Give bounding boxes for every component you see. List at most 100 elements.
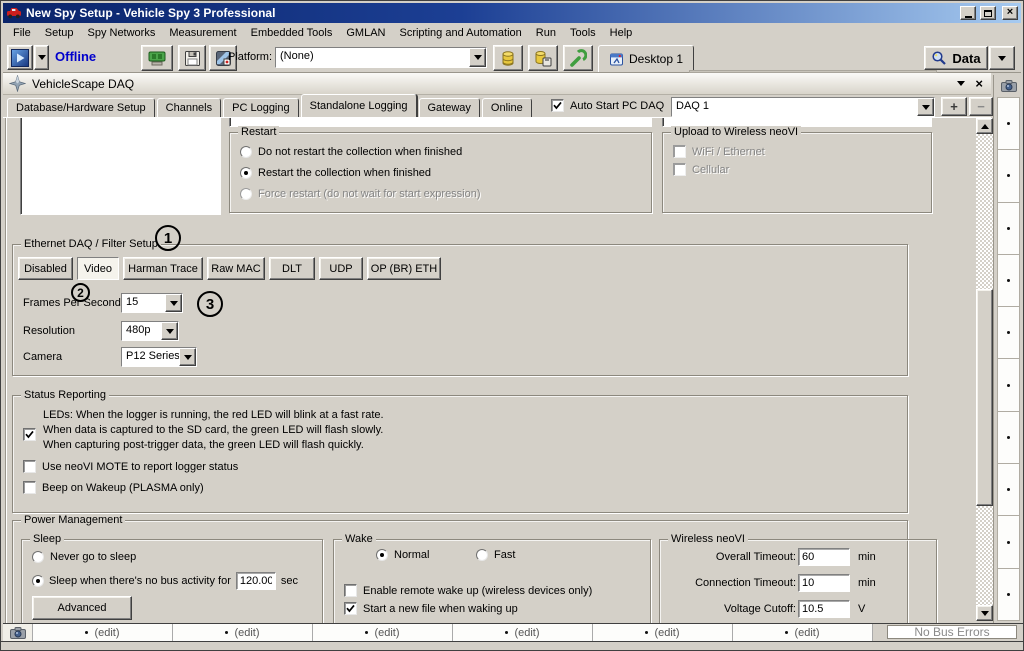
voltage-cutoff-unit: V <box>858 603 865 615</box>
menu-embedded-tools[interactable]: Embedded Tools <box>244 24 340 42</box>
radio-wake-fast[interactable]: Fast <box>476 549 515 561</box>
run-options-dropdown[interactable] <box>34 45 49 70</box>
camera-dropdown-button[interactable] <box>179 348 196 366</box>
menu-file[interactable]: File <box>6 24 38 42</box>
scroll-up-button[interactable] <box>976 118 993 134</box>
filter-button-harman-trace[interactable]: Harman Trace <box>123 257 203 280</box>
menu-help[interactable]: Help <box>603 24 640 42</box>
import-data-button[interactable] <box>141 45 173 71</box>
checkbox-remote-wakeup[interactable]: Enable remote wake up (wireless devices … <box>344 584 592 597</box>
daq-select-value: DAQ 1 <box>672 98 917 116</box>
dock-cell[interactable] <box>997 569 1020 621</box>
dock-cell[interactable] <box>997 516 1020 568</box>
radio-no-restart[interactable]: Do not restart the collection when finis… <box>240 146 462 158</box>
tab-standalone-logging[interactable]: Standalone Logging <box>301 94 417 117</box>
content-scrollbar[interactable] <box>976 118 993 621</box>
filter-button-udp[interactable]: UDP <box>319 257 363 280</box>
fps-dropdown-button[interactable] <box>165 294 182 312</box>
tools-button[interactable] <box>563 45 593 71</box>
edit-slot[interactable]: (edit) <box>313 624 453 641</box>
voltage-cutoff-input[interactable] <box>798 600 850 618</box>
data-button[interactable]: Data <box>924 46 988 70</box>
radio-wake-normal[interactable]: Normal <box>376 549 429 561</box>
bullet-icon <box>1007 436 1010 439</box>
save-button[interactable] <box>178 45 206 71</box>
radio-sleep-no-activity[interactable]: Sleep when there's no bus activity for s… <box>32 572 298 590</box>
menu-scripting-automation[interactable]: Scripting and Automation <box>392 24 528 42</box>
data-dropdown-button[interactable] <box>989 46 1015 70</box>
remote-wakeup-label: Enable remote wake up (wireless devices … <box>363 585 592 597</box>
daq-dropdown-button[interactable] <box>917 98 934 116</box>
edit-slot[interactable]: (edit) <box>33 624 173 641</box>
dock-cell[interactable] <box>997 359 1020 411</box>
radio-icon <box>240 146 252 158</box>
tab-channels[interactable]: Channels <box>157 98 221 117</box>
menu-gmlan[interactable]: GMLAN <box>339 24 392 42</box>
radio-restart-when-finished[interactable]: Restart the collection when finished <box>240 167 431 179</box>
advanced-button[interactable]: Advanced <box>32 596 132 620</box>
filter-button-disabled[interactable]: Disabled <box>18 257 73 280</box>
wireless-neovi-legend: Wireless neoVI <box>668 533 748 546</box>
overall-timeout-input[interactable] <box>798 548 850 566</box>
sleep-seconds-input[interactable] <box>236 572 276 590</box>
filter-button-video[interactable]: Video <box>77 257 119 280</box>
scrollbar-thumb[interactable] <box>976 289 993 506</box>
chevron-down-icon <box>981 611 989 616</box>
tab-online[interactable]: Online <box>482 98 532 117</box>
auto-start-pc-daq-checkbox[interactable]: Auto Start PC DAQ <box>551 99 664 112</box>
tab-database-hardware-setup[interactable]: Database/Hardware Setup <box>7 98 155 117</box>
checkbox-beep-wakeup[interactable]: Beep on Wakeup (PLASMA only) <box>23 481 204 494</box>
dock-cell[interactable] <box>997 203 1020 255</box>
checkbox-new-file-wakeup[interactable]: Start a new file when waking up <box>344 602 518 615</box>
dock-cell[interactable] <box>997 150 1020 202</box>
scroll-down-button[interactable] <box>976 605 993 621</box>
dock-cell[interactable] <box>997 307 1020 359</box>
edit-slot[interactable]: (edit) <box>733 624 873 641</box>
tab-pc-logging[interactable]: PC Logging <box>223 98 299 117</box>
resolution-dropdown-button[interactable] <box>161 322 178 340</box>
dock-cell[interactable] <box>997 97 1020 150</box>
close-button[interactable]: × <box>1002 6 1018 20</box>
edit-slot[interactable]: (edit) <box>173 624 313 641</box>
menu-setup[interactable]: Setup <box>38 24 81 42</box>
maximize-button[interactable] <box>980 6 996 20</box>
restart-group: Restart Do not restart the collection wh… <box>229 132 652 213</box>
database-button[interactable] <box>493 45 523 71</box>
filter-button-dlt[interactable]: DLT <box>269 257 315 280</box>
filter-button-raw-mac[interactable]: Raw MAC <box>207 257 265 280</box>
filter-button-op-br-eth[interactable]: OP (BR) ETH <box>367 257 441 280</box>
desktop-tab[interactable]: Desktop 1 <box>598 45 694 72</box>
connection-timeout-input[interactable] <box>798 574 850 592</box>
daq-select[interactable]: DAQ 1 <box>671 97 935 117</box>
checkbox-neovi-mote[interactable]: Use neoVI MOTE to report logger status <box>23 460 238 473</box>
menu-measurement[interactable]: Measurement <box>162 24 243 42</box>
edit-slot[interactable]: (edit) <box>453 624 593 641</box>
checkbox-leds[interactable] <box>23 428 36 441</box>
dock-cell[interactable] <box>997 255 1020 307</box>
tab-gateway[interactable]: Gateway <box>419 98 480 117</box>
menu-tools[interactable]: Tools <box>563 24 603 42</box>
save-database-button[interactable] <box>528 45 558 71</box>
dock-cell[interactable] <box>997 412 1020 464</box>
panel-close-icon[interactable]: × <box>975 77 983 90</box>
vehiclescape-icon <box>9 75 26 92</box>
minimize-button[interactable] <box>960 6 976 20</box>
platform-select[interactable]: (None) <box>275 47 487 68</box>
chevron-down-icon <box>170 301 178 306</box>
panel-menu-icon[interactable] <box>957 81 965 86</box>
fps-select[interactable]: 15 <box>121 293 183 313</box>
run-button[interactable] <box>7 45 33 70</box>
platform-dropdown-button[interactable] <box>469 48 486 67</box>
remove-daq-button[interactable]: − <box>969 97 993 116</box>
power-management-legend: Power Management <box>21 514 125 527</box>
menu-spy-networks[interactable]: Spy Networks <box>80 24 162 42</box>
collection-listbox[interactable] <box>20 118 221 215</box>
window-bottom-frame <box>1 641 1023 650</box>
menu-run[interactable]: Run <box>529 24 563 42</box>
radio-never-sleep[interactable]: Never go to sleep <box>32 551 136 563</box>
add-daq-button[interactable]: + <box>941 97 967 116</box>
edit-slot[interactable]: (edit) <box>593 624 733 641</box>
dock-cell[interactable] <box>997 464 1020 516</box>
camera-select[interactable]: P12 Series <box>121 347 197 367</box>
resolution-select[interactable]: 480p <box>121 321 179 341</box>
